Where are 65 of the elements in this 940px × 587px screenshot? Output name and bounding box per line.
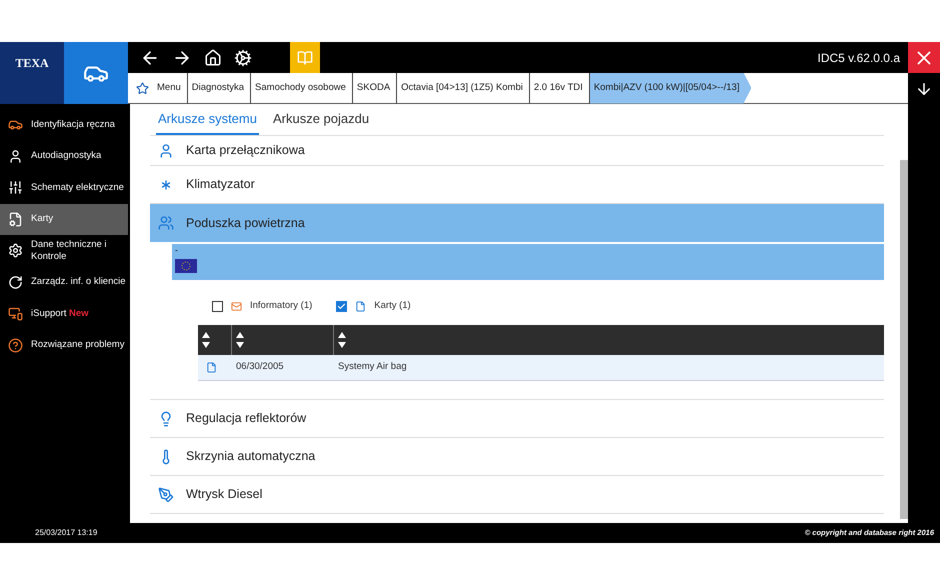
table-cell-text: Systemy Air bag	[337, 360, 408, 374]
section-row[interactable]: Wtrysk Diesel	[150, 476, 884, 514]
document-icon	[355, 300, 366, 312]
version-label: IDC5 v.62.0.0.a	[818, 50, 900, 66]
sidebar-label: Autodiagnostyka	[31, 150, 102, 162]
sidebar-label: Identyfikacja ręczna	[31, 118, 115, 131]
sort-icon[interactable]	[236, 330, 244, 350]
section-row[interactable]: Poduszka powietrzna	[150, 204, 884, 242]
detail-title: -	[175, 244, 179, 256]
sidebar-label: iSupport New	[31, 308, 89, 320]
check-icon	[337, 302, 346, 310]
section-row[interactable]: Skrzynia automatyczna	[150, 438, 884, 476]
sliders-icon	[8, 180, 23, 196]
section-label: Klimatyzator	[186, 176, 255, 194]
breadcrumb-item[interactable]: Kombi|AZV (100 kW)|[05/04>--/13]	[590, 72, 752, 104]
table-row[interactable]: 06/30/2005 Systemy Air bag	[198, 355, 884, 381]
flag-icon	[175, 259, 197, 273]
section-label: Regulacja reflektorów	[186, 410, 306, 428]
sidebar-item[interactable]: Rozwiązane problemy	[0, 330, 128, 361]
help-icon	[8, 338, 23, 353]
people-icon	[158, 215, 174, 231]
section-row[interactable]: Karta przełącznikowa	[150, 136, 884, 166]
sidebar-item[interactable]: Dane techniczne i Kontrole	[0, 235, 128, 266]
scrollbar[interactable]	[900, 160, 908, 519]
section-label: Poduszka powietrzna	[186, 214, 305, 232]
document-gear-icon	[8, 212, 23, 227]
table-cell-text: 06/30/2005	[235, 360, 285, 374]
date-time: 25/03/2017 13:19	[35, 527, 98, 539]
document-icon	[206, 362, 217, 373]
checkbox[interactable]	[212, 300, 223, 312]
sort-icon[interactable]	[338, 330, 346, 350]
sidebar-item[interactable]: Identyfikacja ręczna	[0, 109, 128, 140]
sidebar-item[interactable]: iSupport New	[0, 298, 128, 330]
section-label: Skrzynia automatyczna	[186, 448, 316, 466]
filter-label: Karty (1)	[374, 298, 411, 313]
gear-icon	[8, 243, 23, 258]
logo: TEXA	[15, 55, 49, 72]
sidebar-label: Karty	[31, 213, 54, 226]
filter-label: Informatory (1)	[250, 298, 312, 313]
vehicle-button[interactable]	[64, 42, 128, 104]
sidebar-label: Schematy elektryczne	[31, 182, 124, 194]
sidebar-item[interactable]: Zarządz. inf. o kliencie	[0, 266, 128, 298]
tab[interactable]: Arkusze systemu	[156, 108, 259, 135]
settings-icon[interactable]	[234, 48, 252, 66]
sidebar-label: Zarządz. inf. o kliencie	[31, 276, 126, 288]
envelope-icon	[231, 300, 242, 312]
tab[interactable]: Arkusze pojazdu	[270, 108, 372, 135]
sidebar-item[interactable]: Karty	[0, 204, 128, 235]
person-icon	[8, 148, 23, 164]
sidebar-label: Dane techniczne i Kontrole	[31, 238, 108, 263]
sort-icon[interactable]	[202, 330, 210, 350]
person-icon	[158, 142, 174, 158]
sidebar-label: Rozwiązane problemy	[31, 339, 124, 352]
star-icon[interactable]	[136, 82, 149, 94]
close-button[interactable]	[908, 42, 940, 73]
section-row[interactable]: Regulacja reflektorów	[150, 400, 884, 438]
section-label: Karta przełącznikowa	[186, 142, 305, 160]
book-icon	[297, 50, 313, 66]
sidebar-item[interactable]: Schematy elektryczne	[0, 172, 128, 204]
checkbox[interactable]	[336, 300, 348, 312]
devices-icon	[8, 306, 23, 322]
sidebar-item[interactable]: Autodiagnostyka	[0, 140, 128, 172]
section-label: Wtrysk Diesel	[186, 486, 262, 504]
home-icon[interactable]	[204, 48, 222, 66]
rotate-icon	[8, 274, 23, 290]
